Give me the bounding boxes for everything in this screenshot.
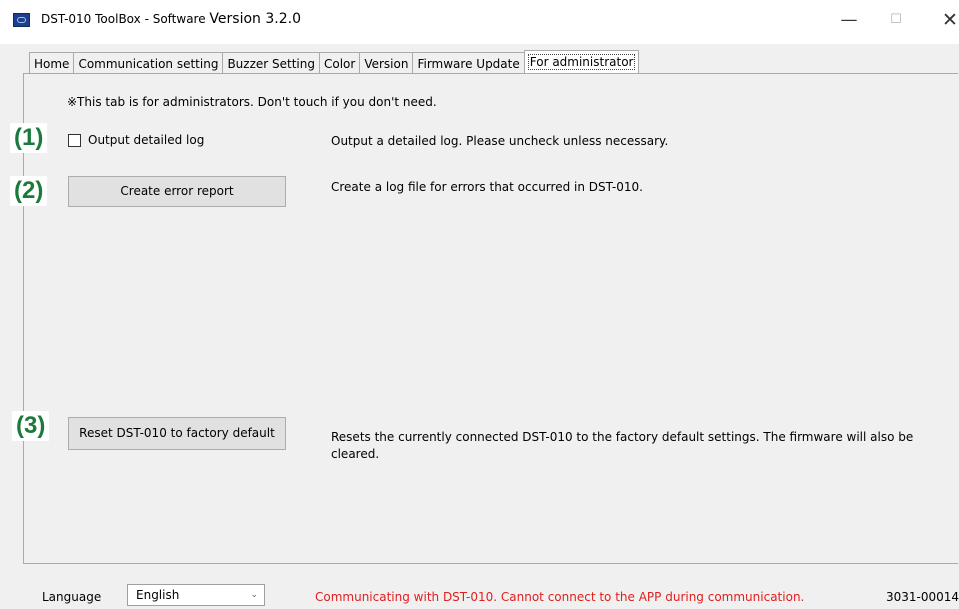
factory-reset-description: Resets the currently connected DST-010 t…	[331, 430, 914, 461]
title-bar: DST-010 ToolBox - Software Version 3.2.0…	[0, 0, 959, 44]
title-prefix: DST-010 ToolBox - Software	[41, 12, 210, 26]
marker-1: (1)	[10, 123, 48, 153]
detailed-log-checkbox[interactable]	[68, 133, 81, 147]
language-select[interactable]: English ⌄	[127, 584, 265, 606]
detailed-log-description: Output a detailed log. Please uncheck un…	[331, 134, 669, 148]
admin-warning-note: ※This tab is for administrators. Don't t…	[67, 95, 437, 109]
detailed-log-label: Output detailed log	[88, 133, 205, 147]
status-message: Communicating with DST-010. Cannot conne…	[315, 590, 805, 604]
marker-2: (2)	[10, 176, 48, 206]
close-icon[interactable]: ✕	[935, 8, 959, 32]
tab-strip: Home Communication setting Buzzer Settin…	[29, 50, 640, 76]
device-serial: 3031-00014	[886, 590, 959, 604]
app-window: DST-010 ToolBox - Software Version 3.2.0…	[0, 0, 959, 609]
minimize-icon[interactable]: —	[834, 8, 864, 32]
error-report-description: Create a log file for errors that occurr…	[331, 180, 643, 194]
title-version: Version 3.2.0	[209, 11, 301, 27]
factory-reset-button[interactable]: Reset DST-010 to factory default	[68, 417, 286, 450]
create-error-report-button[interactable]: Create error report	[68, 176, 286, 207]
window-title: DST-010 ToolBox - Software Version 3.2.0	[41, 11, 301, 27]
chevron-down-icon: ⌄	[250, 590, 258, 600]
app-logo-icon	[13, 13, 30, 27]
tab-for-administrator-label: For administrator	[527, 54, 636, 70]
detailed-log-option[interactable]: Output detailed log	[68, 133, 204, 147]
maximize-icon[interactable]: ☐	[881, 8, 911, 32]
language-label: Language	[42, 590, 102, 604]
marker-3: (3)	[12, 411, 50, 441]
language-value: English	[136, 588, 180, 602]
